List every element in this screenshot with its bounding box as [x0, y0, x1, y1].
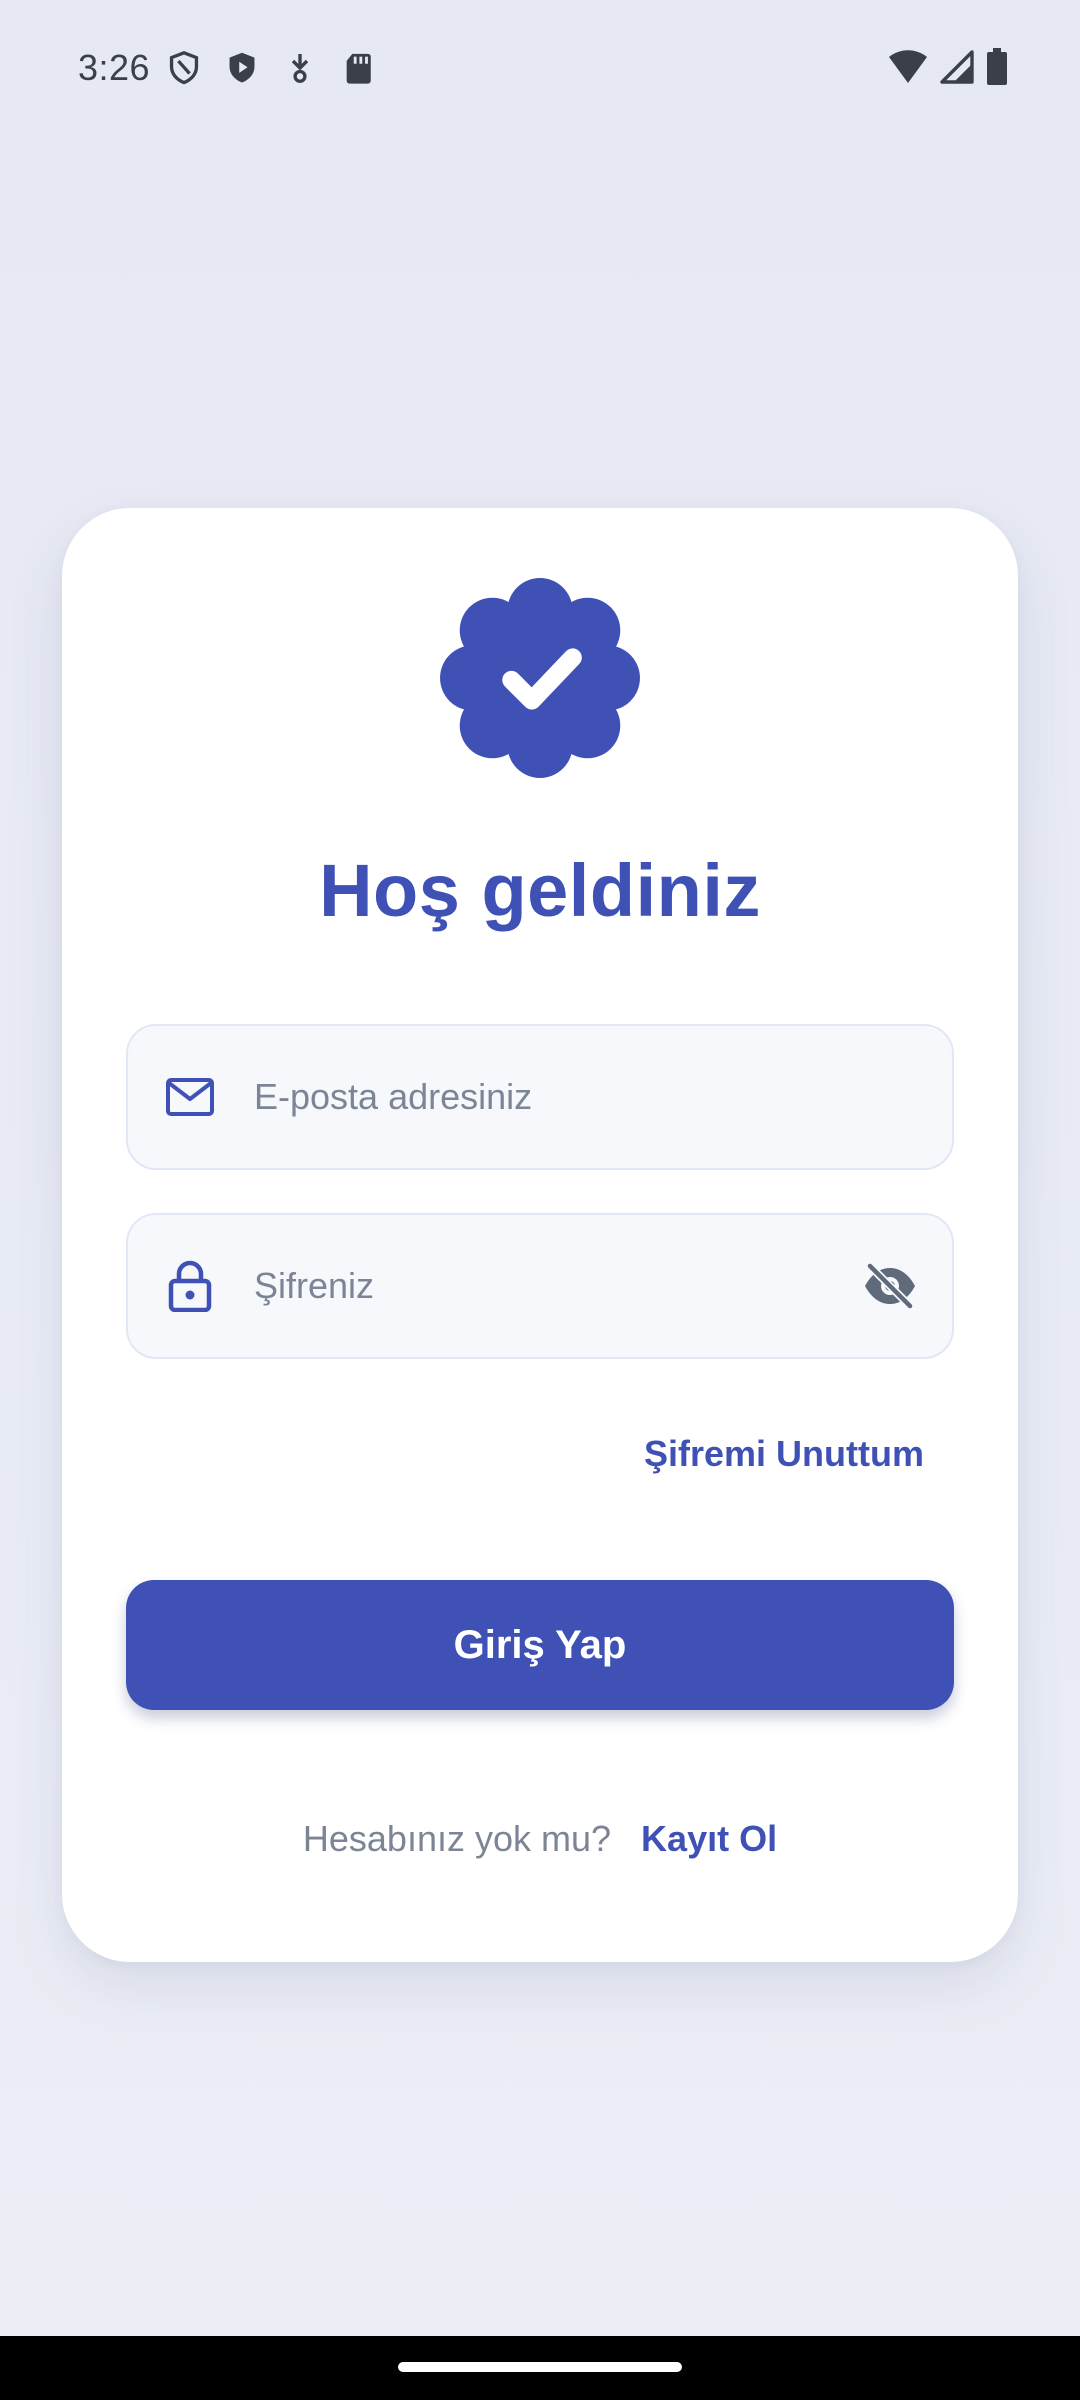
signup-row: Hesabınız yok mu? Kayıt Ol: [62, 1818, 1018, 1860]
shield-play-icon: [224, 50, 260, 86]
mail-icon: [164, 1071, 216, 1123]
login-card: Hoş geldiniz Şifremi Unuttum Giriş Yap H…: [62, 508, 1018, 1962]
cellular-signal-icon: [940, 50, 974, 84]
sd-card-icon: [340, 50, 376, 86]
email-input[interactable]: [254, 1026, 842, 1168]
password-input[interactable]: [254, 1215, 842, 1357]
forgot-password-link[interactable]: Şifremi Unuttum: [644, 1433, 924, 1475]
signup-link[interactable]: Kayıt Ol: [641, 1818, 777, 1860]
verified-badge-icon: [438, 576, 642, 780]
signup-prompt: Hesabınız yok mu?: [302, 1818, 612, 1859]
navigation-bar: [0, 2336, 1080, 2400]
battery-icon: [986, 48, 1008, 86]
home-gesture-handle[interactable]: [398, 2362, 682, 2372]
status-icons-right: [888, 48, 1008, 86]
download-icon: [282, 50, 318, 86]
welcome-title: Hoş geldiniz: [319, 849, 761, 932]
status-time: 3:26: [78, 47, 151, 88]
wifi-icon: [888, 49, 928, 85]
password-field[interactable]: [126, 1213, 954, 1359]
status-icons-left: [166, 50, 376, 86]
email-field[interactable]: [126, 1024, 954, 1170]
lock-icon: [164, 1260, 216, 1312]
eye-off-icon[interactable]: [860, 1256, 920, 1316]
shield-outline-icon: [166, 50, 202, 86]
login-button[interactable]: Giriş Yap: [126, 1580, 954, 1710]
status-bar: 3:26: [0, 0, 1080, 136]
